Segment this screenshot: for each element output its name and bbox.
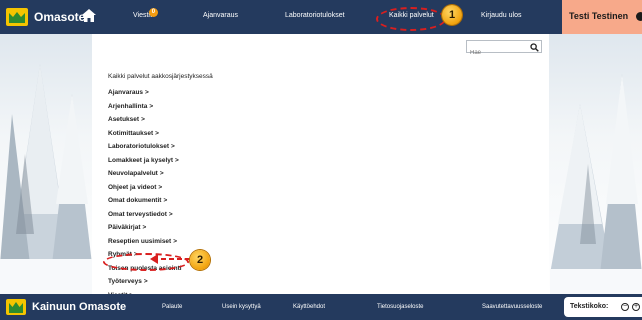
chevron-right-icon: > — [171, 143, 175, 151]
service-link-asetukset[interactable]: Asetukset > — [108, 113, 182, 127]
nav-ajanvaraus[interactable]: Ajanvaraus — [203, 12, 238, 19]
service-link-neuvolapalvelut[interactable]: Neuvolapalvelut > — [108, 167, 182, 181]
chevron-right-icon: > — [155, 129, 159, 137]
nav-kirjaudu-ulos[interactable]: Kirjaudu ulos — [481, 12, 521, 19]
user-menu[interactable]: Testi Testinen — [562, 0, 642, 34]
footer-bar: Kainuun Omasote Palaute Usein kysyttyä K… — [0, 294, 642, 320]
footer-link-kayttoehdot[interactable]: Käyttöehdot — [293, 304, 325, 310]
text-size-decrease-button[interactable]: − — [621, 303, 629, 311]
service-link-omat-dokumentit[interactable]: Omat dokumentit > — [108, 194, 182, 208]
service-link-laboratoriotulokset[interactable]: Laboratoriotulokset > — [108, 140, 182, 154]
brand-name: Omasote — [34, 10, 86, 24]
chevron-right-icon: > — [173, 237, 178, 245]
service-link-omat-terveystiedot[interactable]: Omat terveystiedot > — [108, 208, 182, 222]
left-tree-image — [0, 34, 92, 294]
brand[interactable]: Omasote — [6, 6, 85, 28]
home-icon[interactable] — [82, 9, 96, 22]
footer-link-tietosuojaseloste[interactable]: Tietosuojaseloste — [377, 304, 423, 310]
user-avatar-icon[interactable] — [636, 12, 642, 21]
nav-viestit[interactable]: Viestit 0 — [133, 8, 158, 19]
search-icon[interactable] — [530, 43, 539, 52]
search-input[interactable] — [467, 47, 527, 59]
chevron-right-icon: > — [142, 224, 147, 232]
annotation-marker-1: 1 — [442, 5, 462, 25]
chevron-right-icon: > — [168, 210, 173, 218]
user-name: Testi Testinen — [569, 11, 629, 21]
service-link-kotimittaukset[interactable]: Kotimittaukset > — [108, 127, 182, 141]
chevron-right-icon: > — [141, 116, 145, 124]
service-link-arjenhallinta[interactable]: Arjenhallinta > — [108, 100, 182, 114]
service-link-lomakkeet[interactable]: Lomakkeet ja kyselyt > — [108, 154, 182, 168]
footer-brand: Kainuun Omasote — [6, 299, 126, 315]
chevron-right-icon: > — [143, 278, 148, 286]
annotation-marker-2: 2 — [190, 250, 210, 270]
chevron-right-icon: > — [145, 89, 149, 97]
chevron-right-icon: > — [163, 197, 168, 205]
page-heading: Kaikki palvelut aakkosjärjestyksessä — [108, 73, 213, 80]
top-navigation-bar: Omasote Viestit 0 Ajanvaraus Laboratorio… — [0, 0, 642, 34]
chevron-right-icon: > — [175, 156, 179, 164]
footer-brand-name: Kainuun Omasote — [32, 301, 127, 313]
annotation-arrow-icon — [150, 254, 190, 264]
nav-laboratoriotulokset[interactable]: Laboratoriotulokset — [285, 12, 345, 19]
annotation-circle-1 — [376, 7, 446, 31]
crown-logo-icon — [6, 299, 26, 315]
right-tree-image — [550, 34, 642, 294]
footer-link-saavutettavuusseloste[interactable]: Saavutettavuusseloste — [482, 304, 542, 310]
service-link-tyoterveys[interactable]: Työterveys > — [108, 275, 182, 289]
service-link-reseptien-uusimiset[interactable]: Reseptien uusimiset > — [108, 235, 182, 249]
text-size-label: Tekstikoko: — [570, 303, 609, 310]
service-link-ohjeet[interactable]: Ohjeet ja videot > — [108, 181, 182, 195]
footer-link-palaute[interactable]: Palaute — [162, 304, 182, 310]
search-box — [466, 40, 542, 59]
unread-badge: 0 — [148, 8, 158, 17]
chevron-right-icon: > — [149, 102, 154, 110]
chevron-right-icon: > — [159, 170, 164, 178]
footer-link-faq[interactable]: Usein kysyttyä — [222, 304, 261, 310]
text-size-increase-button[interactable]: + — [632, 303, 640, 311]
text-size-control: Tekstikoko: − + — [564, 297, 642, 317]
crown-logo-icon — [6, 8, 28, 26]
service-link-paivakirjat[interactable]: Päiväkirjat > — [108, 221, 182, 235]
service-link-ajanvaraus[interactable]: Ajanvaraus > — [108, 86, 182, 100]
chevron-right-icon: > — [158, 183, 163, 191]
